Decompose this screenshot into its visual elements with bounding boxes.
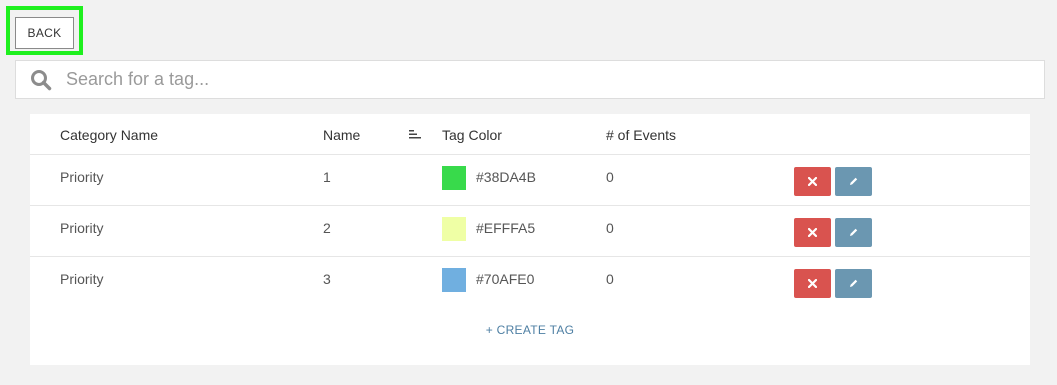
table-row: Priority 1 #38DA4B 0 (30, 155, 1030, 206)
back-button[interactable]: BACK (15, 17, 74, 49)
edit-button[interactable] (835, 218, 872, 247)
tags-table: Category Name Name Tag Color # of Events… (30, 114, 1030, 365)
edit-button[interactable] (835, 167, 872, 196)
edit-button[interactable] (835, 269, 872, 298)
close-icon (808, 177, 817, 186)
pencil-icon (850, 279, 858, 287)
search-input[interactable] (66, 64, 1044, 95)
delete-button[interactable] (794, 269, 831, 298)
cell-name: 2 (323, 220, 331, 236)
cell-events: 0 (606, 271, 614, 287)
cell-events: 0 (606, 220, 614, 236)
create-tag-link[interactable]: + CREATE TAG (30, 323, 1030, 337)
table-header: Category Name Name Tag Color # of Events (30, 114, 1030, 155)
header-name[interactable]: Name (323, 127, 360, 143)
cell-category: Priority (60, 220, 104, 236)
search-icon (16, 61, 66, 98)
header-events[interactable]: # of Events (606, 127, 676, 143)
cell-events: 0 (606, 169, 614, 185)
cell-color-hex: #38DA4B (476, 169, 536, 185)
color-swatch (442, 268, 466, 292)
table-row: Priority 3 #70AFE0 0 (30, 257, 1030, 308)
pencil-icon (850, 228, 858, 236)
pencil-icon (850, 177, 858, 185)
close-icon (808, 279, 817, 288)
delete-button[interactable] (794, 218, 831, 247)
cell-name: 3 (323, 271, 331, 287)
cell-category: Priority (60, 271, 104, 287)
close-icon (808, 228, 817, 237)
cell-color-hex: #EFFFA5 (476, 220, 536, 236)
delete-button[interactable] (794, 167, 831, 196)
table-row: Priority 2 #EFFFA5 0 (30, 206, 1030, 257)
cell-name: 1 (323, 169, 331, 185)
cell-category: Priority (60, 169, 104, 185)
color-swatch (442, 217, 466, 241)
cell-color-hex: #70AFE0 (476, 271, 535, 287)
header-category-name[interactable]: Category Name (60, 127, 158, 143)
sort-icon[interactable] (408, 127, 422, 143)
color-swatch (442, 166, 466, 190)
search-bar (15, 60, 1045, 99)
header-tag-color[interactable]: Tag Color (442, 127, 502, 143)
